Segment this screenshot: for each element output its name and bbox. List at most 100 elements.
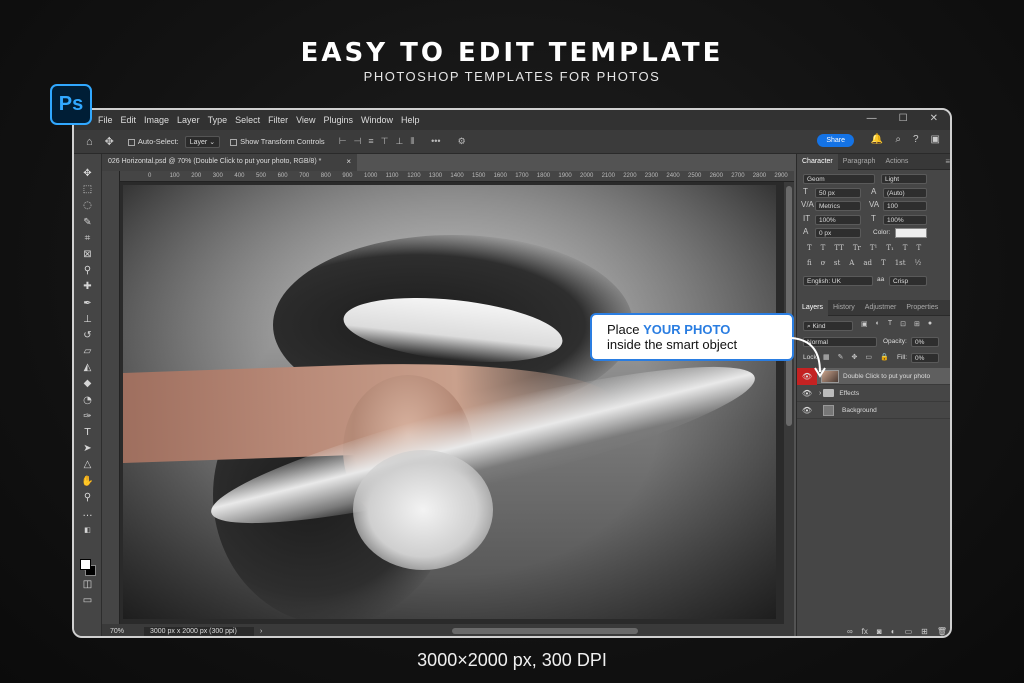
align-right-icon[interactable]: ≡ [368, 136, 373, 147]
leading-field[interactable]: (Auto) [883, 188, 927, 198]
font-size-field[interactable]: 50 px [815, 188, 861, 198]
lock-paint-icon[interactable]: ✎ [838, 353, 844, 361]
auto-select-checkbox[interactable]: Auto-Select: [127, 137, 179, 146]
filter-type-icon[interactable]: T [888, 320, 892, 328]
folder-icon[interactable]: ▭ [905, 627, 913, 636]
distribute-icon[interactable]: ⫴ [410, 136, 414, 147]
gradient-tool-icon[interactable]: ◭ [84, 360, 92, 376]
swash-icon[interactable]: A [849, 259, 854, 267]
maximize-icon[interactable]: ☐ [899, 113, 908, 124]
reset-colors-icon[interactable]: ◧ [84, 522, 91, 538]
discretionary-ligature-icon[interactable]: st [834, 259, 840, 267]
lock-position-icon[interactable]: ✥ [852, 353, 858, 361]
share-button[interactable]: Share [817, 134, 854, 147]
zoom-level[interactable]: 70% [110, 628, 144, 635]
fractions-icon[interactable]: ½ [915, 259, 922, 267]
filter-smart-icon[interactable]: ⊞ [914, 320, 920, 328]
layer-row-effects[interactable]: 👁 › Effects [797, 385, 950, 402]
menu-filter[interactable]: Filter [268, 115, 288, 125]
strikethrough-icon[interactable]: T [916, 244, 921, 252]
text-color-swatch[interactable] [895, 228, 927, 238]
menu-edit[interactable]: Edit [121, 115, 137, 125]
move-tool-icon[interactable]: ✥ [105, 135, 114, 148]
align-top-icon[interactable]: ⊤ [381, 136, 389, 147]
chevron-right-icon[interactable]: › [819, 390, 821, 397]
eyedropper-icon[interactable]: ⚲ [84, 263, 91, 279]
status-arrow-icon[interactable]: › [260, 628, 262, 635]
quick-select-icon[interactable]: ✎ [83, 215, 91, 231]
panel-menu-icon[interactable]: ≡ [945, 157, 950, 166]
layer-dropdown[interactable]: Layer ⌄ [184, 135, 221, 148]
healing-brush-icon[interactable]: ✚ [83, 279, 91, 295]
menu-image[interactable]: Image [144, 115, 169, 125]
layer-kind-filter[interactable]: ⌕ Kind [803, 321, 853, 331]
screen-mode-icon[interactable]: ▭ [83, 593, 92, 609]
tab-adjustments[interactable]: Adjustmer [860, 300, 902, 316]
menu-plugins[interactable]: Plugins [323, 115, 353, 125]
lock-all-icon[interactable]: 🔒 [880, 353, 889, 361]
tab-character[interactable]: Character [797, 153, 838, 170]
kerning-field[interactable]: Metrics [815, 201, 861, 211]
type-tool-icon[interactable]: T [84, 425, 90, 441]
quick-mask-icon[interactable]: ◫ [83, 577, 92, 593]
all-caps-icon[interactable]: TT [834, 244, 843, 252]
frame-tool-icon[interactable]: ⊠ [83, 247, 91, 263]
minimize-icon[interactable]: — [867, 113, 877, 124]
lock-artboard-icon[interactable]: ▭ [865, 353, 872, 361]
dodge-tool-icon[interactable]: ◔ [83, 393, 92, 409]
bell-icon[interactable]: 🔔 [871, 134, 883, 145]
history-brush-icon[interactable]: ↺ [83, 328, 91, 344]
close-icon[interactable]: ✕ [930, 113, 938, 124]
menu-type[interactable]: Type [208, 115, 228, 125]
font-family-field[interactable]: Geom [803, 174, 875, 184]
superscript-icon[interactable]: T¹ [870, 244, 877, 252]
horizontal-scale-field[interactable]: 100% [883, 215, 927, 225]
trash-icon[interactable]: 🗑 [937, 627, 947, 636]
move-tool-icon[interactable]: ✥ [83, 166, 91, 182]
menu-select[interactable]: Select [235, 115, 260, 125]
document-tab[interactable]: 026 Horizontal.psd @ 70% (Double Click t… [102, 154, 357, 171]
gear-icon[interactable]: ⚙ [458, 136, 466, 147]
font-style-field[interactable]: Light [881, 174, 927, 184]
antialias-field[interactable]: Crisp [889, 276, 927, 286]
more-tools-icon[interactable]: … [83, 506, 93, 522]
filter-shape-icon[interactable]: ⊡ [900, 320, 906, 328]
hand-tool-icon[interactable]: ✋ [81, 474, 93, 490]
filter-pixel-icon[interactable]: ▣ [861, 320, 868, 328]
eye-icon[interactable]: 👁 [797, 406, 817, 415]
ligature-icon[interactable]: fi [807, 259, 812, 267]
menu-file[interactable]: File [98, 115, 113, 125]
tab-actions[interactable]: Actions [880, 154, 913, 170]
search-icon[interactable]: ⌕ [895, 134, 901, 145]
stylistic-alt-icon[interactable]: ad [863, 259, 872, 267]
subscript-icon[interactable]: T₁ [886, 244, 893, 252]
old-style-icon[interactable]: ơ [821, 259, 825, 267]
crop-tool-icon[interactable]: ⌗ [85, 231, 91, 247]
menu-window[interactable]: Window [361, 115, 393, 125]
align-middle-icon[interactable]: ⊥ [395, 136, 403, 147]
link-icon[interactable]: ∞ [847, 627, 853, 636]
tab-paragraph[interactable]: Paragraph [838, 154, 881, 170]
language-field[interactable]: English: UK [803, 276, 873, 286]
fill-field[interactable]: 0% [911, 353, 939, 363]
shape-tool-icon[interactable]: △ [84, 457, 92, 473]
adjustment-icon[interactable]: ◐ [891, 627, 896, 636]
baseline-field[interactable]: 0 px [815, 228, 861, 238]
menu-view[interactable]: View [296, 115, 315, 125]
lasso-tool-icon[interactable]: ◌ [83, 198, 92, 214]
vertical-scale-field[interactable]: 100% [815, 215, 861, 225]
small-caps-icon[interactable]: Tr [853, 244, 861, 252]
blur-tool-icon[interactable]: ◆ [84, 376, 92, 392]
path-select-icon[interactable]: ➤ [83, 441, 91, 457]
opacity-field[interactable]: 0% [911, 337, 939, 347]
stamp-tool-icon[interactable]: ⊥ [83, 312, 92, 328]
home-icon[interactable]: ⌂ [86, 136, 93, 148]
titling-alt-icon[interactable]: T [881, 259, 886, 267]
filter-toggle-icon[interactable]: ● [928, 320, 932, 328]
show-transform-checkbox[interactable]: Show Transform Controls [230, 137, 325, 146]
layer-row-background[interactable]: 👁 Background [797, 402, 950, 419]
menu-help[interactable]: Help [401, 115, 420, 125]
ordinals-icon[interactable]: 1st [895, 259, 906, 267]
new-layer-icon[interactable]: ⊞ [921, 627, 928, 636]
faux-italic-icon[interactable]: T [821, 244, 826, 252]
